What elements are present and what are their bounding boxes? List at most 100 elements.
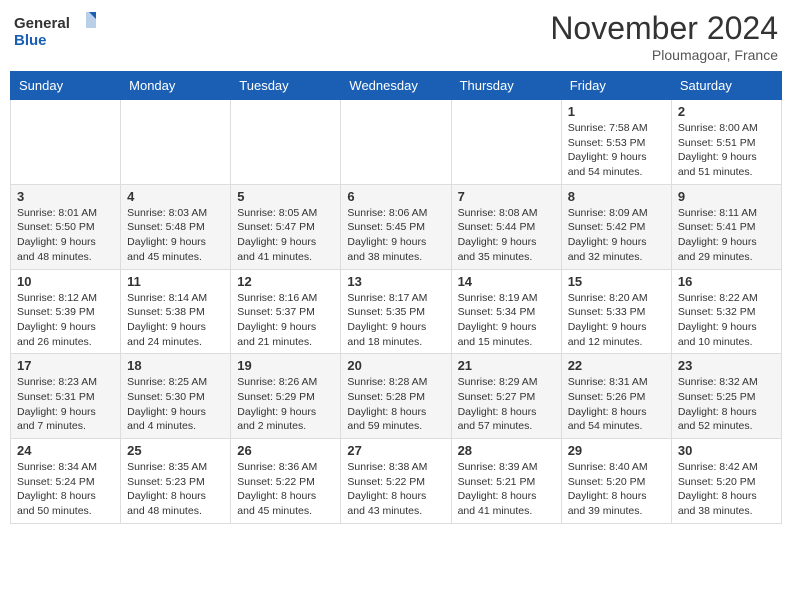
day-number: 25	[127, 443, 224, 458]
calendar: SundayMondayTuesdayWednesdayThursdayFrid…	[10, 71, 782, 524]
weekday-header-friday: Friday	[561, 72, 671, 100]
day-cell: 19 Sunrise: 8:26 AM Sunset: 5:29 PM Dayli…	[231, 354, 341, 439]
day-cell: 18 Sunrise: 8:25 AM Sunset: 5:30 PM Dayli…	[121, 354, 231, 439]
day-number: 23	[678, 358, 775, 373]
day-info: Sunrise: 8:12 AM Sunset: 5:39 PM Dayligh…	[17, 291, 114, 350]
day-cell: 21Sunrise: 8:29 AM Sunset: 5:27 PM Dayli…	[451, 354, 561, 439]
title-block: November 2024 Ploumagoar, France	[550, 10, 778, 63]
day-info: Sunrise: 8:20 AM Sunset: 5:33 PM Dayligh…	[568, 291, 665, 350]
svg-text:Blue: Blue	[14, 32, 47, 49]
day-cell: 14 Sunrise: 8:19 AM Sunset: 5:34 PM Dayli…	[451, 269, 561, 354]
day-cell: 8 Sunrise: 8:09 AM Sunset: 5:42 PM Daylig…	[561, 184, 671, 269]
day-number: 18	[127, 358, 224, 373]
day-cell	[121, 100, 231, 185]
day-cell: 23 Sunrise: 8:32 AM Sunset: 5:25 PM Dayli…	[671, 354, 781, 439]
day-cell: 15 Sunrise: 8:20 AM Sunset: 5:33 PM Dayli…	[561, 269, 671, 354]
day-info: Sunrise: 8:09 AM Sunset: 5:42 PM Dayligh…	[568, 206, 665, 265]
day-number: 11	[127, 274, 224, 289]
day-info: Sunrise: 8:36 AM Sunset: 5:22 PM Dayligh…	[237, 460, 334, 519]
day-cell: 2 Sunrise: 8:00 AM Sunset: 5:51 PM Daylig…	[671, 100, 781, 185]
day-info: Sunrise: 8:05 AM Sunset: 5:47 PM Dayligh…	[237, 206, 334, 265]
day-number: 1	[568, 104, 665, 119]
weekday-header-monday: Monday	[121, 72, 231, 100]
week-row-2: 3 Sunrise: 8:01 AM Sunset: 5:50 PM Daylig…	[11, 184, 782, 269]
day-cell: 30 Sunrise: 8:42 AM Sunset: 5:20 PM Dayli…	[671, 439, 781, 524]
day-number: 17	[17, 358, 114, 373]
page-header: General Blue November 2024 Ploumagoar, F…	[10, 10, 782, 63]
day-info: Sunrise: 8:06 AM Sunset: 5:45 PM Dayligh…	[347, 206, 444, 265]
svg-text:General: General	[14, 15, 70, 32]
day-cell: 16 Sunrise: 8:22 AM Sunset: 5:32 PM Dayli…	[671, 269, 781, 354]
day-cell: 3 Sunrise: 8:01 AM Sunset: 5:50 PM Daylig…	[11, 184, 121, 269]
logo-svg: General Blue	[14, 10, 104, 54]
day-number: 29	[568, 443, 665, 458]
week-row-1: 1Sunrise: 7:58 AM Sunset: 5:53 PM Daylig…	[11, 100, 782, 185]
day-number: 2	[678, 104, 775, 119]
day-info: Sunrise: 8:38 AM Sunset: 5:22 PM Dayligh…	[347, 460, 444, 519]
day-info: Sunrise: 8:01 AM Sunset: 5:50 PM Dayligh…	[17, 206, 114, 265]
day-cell: 22Sunrise: 8:31 AM Sunset: 5:26 PM Dayli…	[561, 354, 671, 439]
day-cell	[11, 100, 121, 185]
day-cell	[341, 100, 451, 185]
day-number: 12	[237, 274, 334, 289]
day-info: Sunrise: 8:32 AM Sunset: 5:25 PM Dayligh…	[678, 375, 775, 434]
week-row-3: 10 Sunrise: 8:12 AM Sunset: 5:39 PM Dayli…	[11, 269, 782, 354]
day-info: Sunrise: 8:08 AM Sunset: 5:44 PM Dayligh…	[458, 206, 555, 265]
day-cell	[231, 100, 341, 185]
day-cell: 24Sunrise: 8:34 AM Sunset: 5:24 PM Dayli…	[11, 439, 121, 524]
day-info: Sunrise: 8:29 AM Sunset: 5:27 PM Dayligh…	[458, 375, 555, 434]
day-number: 27	[347, 443, 444, 458]
day-number: 4	[127, 189, 224, 204]
day-cell: 7Sunrise: 8:08 AM Sunset: 5:44 PM Daylig…	[451, 184, 561, 269]
day-cell: 28Sunrise: 8:39 AM Sunset: 5:21 PM Dayli…	[451, 439, 561, 524]
day-info: Sunrise: 8:26 AM Sunset: 5:29 PM Dayligh…	[237, 375, 334, 434]
day-cell: 25 Sunrise: 8:35 AM Sunset: 5:23 PM Dayli…	[121, 439, 231, 524]
day-number: 19	[237, 358, 334, 373]
day-cell: 27 Sunrise: 8:38 AM Sunset: 5:22 PM Dayli…	[341, 439, 451, 524]
day-cell	[451, 100, 561, 185]
day-number: 15	[568, 274, 665, 289]
logo: General Blue	[14, 10, 104, 54]
day-info: Sunrise: 8:42 AM Sunset: 5:20 PM Dayligh…	[678, 460, 775, 519]
day-cell: 10 Sunrise: 8:12 AM Sunset: 5:39 PM Dayli…	[11, 269, 121, 354]
day-cell: 5 Sunrise: 8:05 AM Sunset: 5:47 PM Daylig…	[231, 184, 341, 269]
weekday-header-saturday: Saturday	[671, 72, 781, 100]
weekday-header-row: SundayMondayTuesdayWednesdayThursdayFrid…	[11, 72, 782, 100]
day-info: Sunrise: 8:23 AM Sunset: 5:31 PM Dayligh…	[17, 375, 114, 434]
day-number: 3	[17, 189, 114, 204]
day-info: Sunrise: 8:03 AM Sunset: 5:48 PM Dayligh…	[127, 206, 224, 265]
day-number: 10	[17, 274, 114, 289]
day-number: 8	[568, 189, 665, 204]
day-cell: 9 Sunrise: 8:11 AM Sunset: 5:41 PM Daylig…	[671, 184, 781, 269]
day-number: 16	[678, 274, 775, 289]
weekday-header-wednesday: Wednesday	[341, 72, 451, 100]
day-info: Sunrise: 8:16 AM Sunset: 5:37 PM Dayligh…	[237, 291, 334, 350]
day-cell: 11Sunrise: 8:14 AM Sunset: 5:38 PM Dayli…	[121, 269, 231, 354]
day-number: 30	[678, 443, 775, 458]
day-info: Sunrise: 8:19 AM Sunset: 5:34 PM Dayligh…	[458, 291, 555, 350]
day-cell: 20Sunrise: 8:28 AM Sunset: 5:28 PM Dayli…	[341, 354, 451, 439]
day-number: 9	[678, 189, 775, 204]
day-number: 5	[237, 189, 334, 204]
day-info: Sunrise: 8:25 AM Sunset: 5:30 PM Dayligh…	[127, 375, 224, 434]
day-info: Sunrise: 8:11 AM Sunset: 5:41 PM Dayligh…	[678, 206, 775, 265]
weekday-header-thursday: Thursday	[451, 72, 561, 100]
day-info: Sunrise: 8:40 AM Sunset: 5:20 PM Dayligh…	[568, 460, 665, 519]
day-number: 14	[458, 274, 555, 289]
day-cell: 17 Sunrise: 8:23 AM Sunset: 5:31 PM Dayli…	[11, 354, 121, 439]
day-info: Sunrise: 8:00 AM Sunset: 5:51 PM Dayligh…	[678, 121, 775, 180]
day-cell: 26Sunrise: 8:36 AM Sunset: 5:22 PM Dayli…	[231, 439, 341, 524]
day-cell: 12 Sunrise: 8:16 AM Sunset: 5:37 PM Dayli…	[231, 269, 341, 354]
day-info: Sunrise: 8:22 AM Sunset: 5:32 PM Dayligh…	[678, 291, 775, 350]
day-info: Sunrise: 8:35 AM Sunset: 5:23 PM Dayligh…	[127, 460, 224, 519]
weekday-header-sunday: Sunday	[11, 72, 121, 100]
day-cell: 29 Sunrise: 8:40 AM Sunset: 5:20 PM Dayli…	[561, 439, 671, 524]
day-info: Sunrise: 8:28 AM Sunset: 5:28 PM Dayligh…	[347, 375, 444, 434]
day-cell: 13Sunrise: 8:17 AM Sunset: 5:35 PM Dayli…	[341, 269, 451, 354]
week-row-4: 17 Sunrise: 8:23 AM Sunset: 5:31 PM Dayli…	[11, 354, 782, 439]
day-info: Sunrise: 8:17 AM Sunset: 5:35 PM Dayligh…	[347, 291, 444, 350]
day-cell: 6Sunrise: 8:06 AM Sunset: 5:45 PM Daylig…	[341, 184, 451, 269]
day-info: Sunrise: 8:31 AM Sunset: 5:26 PM Dayligh…	[568, 375, 665, 434]
day-cell: 1Sunrise: 7:58 AM Sunset: 5:53 PM Daylig…	[561, 100, 671, 185]
day-info: Sunrise: 8:34 AM Sunset: 5:24 PM Dayligh…	[17, 460, 114, 519]
